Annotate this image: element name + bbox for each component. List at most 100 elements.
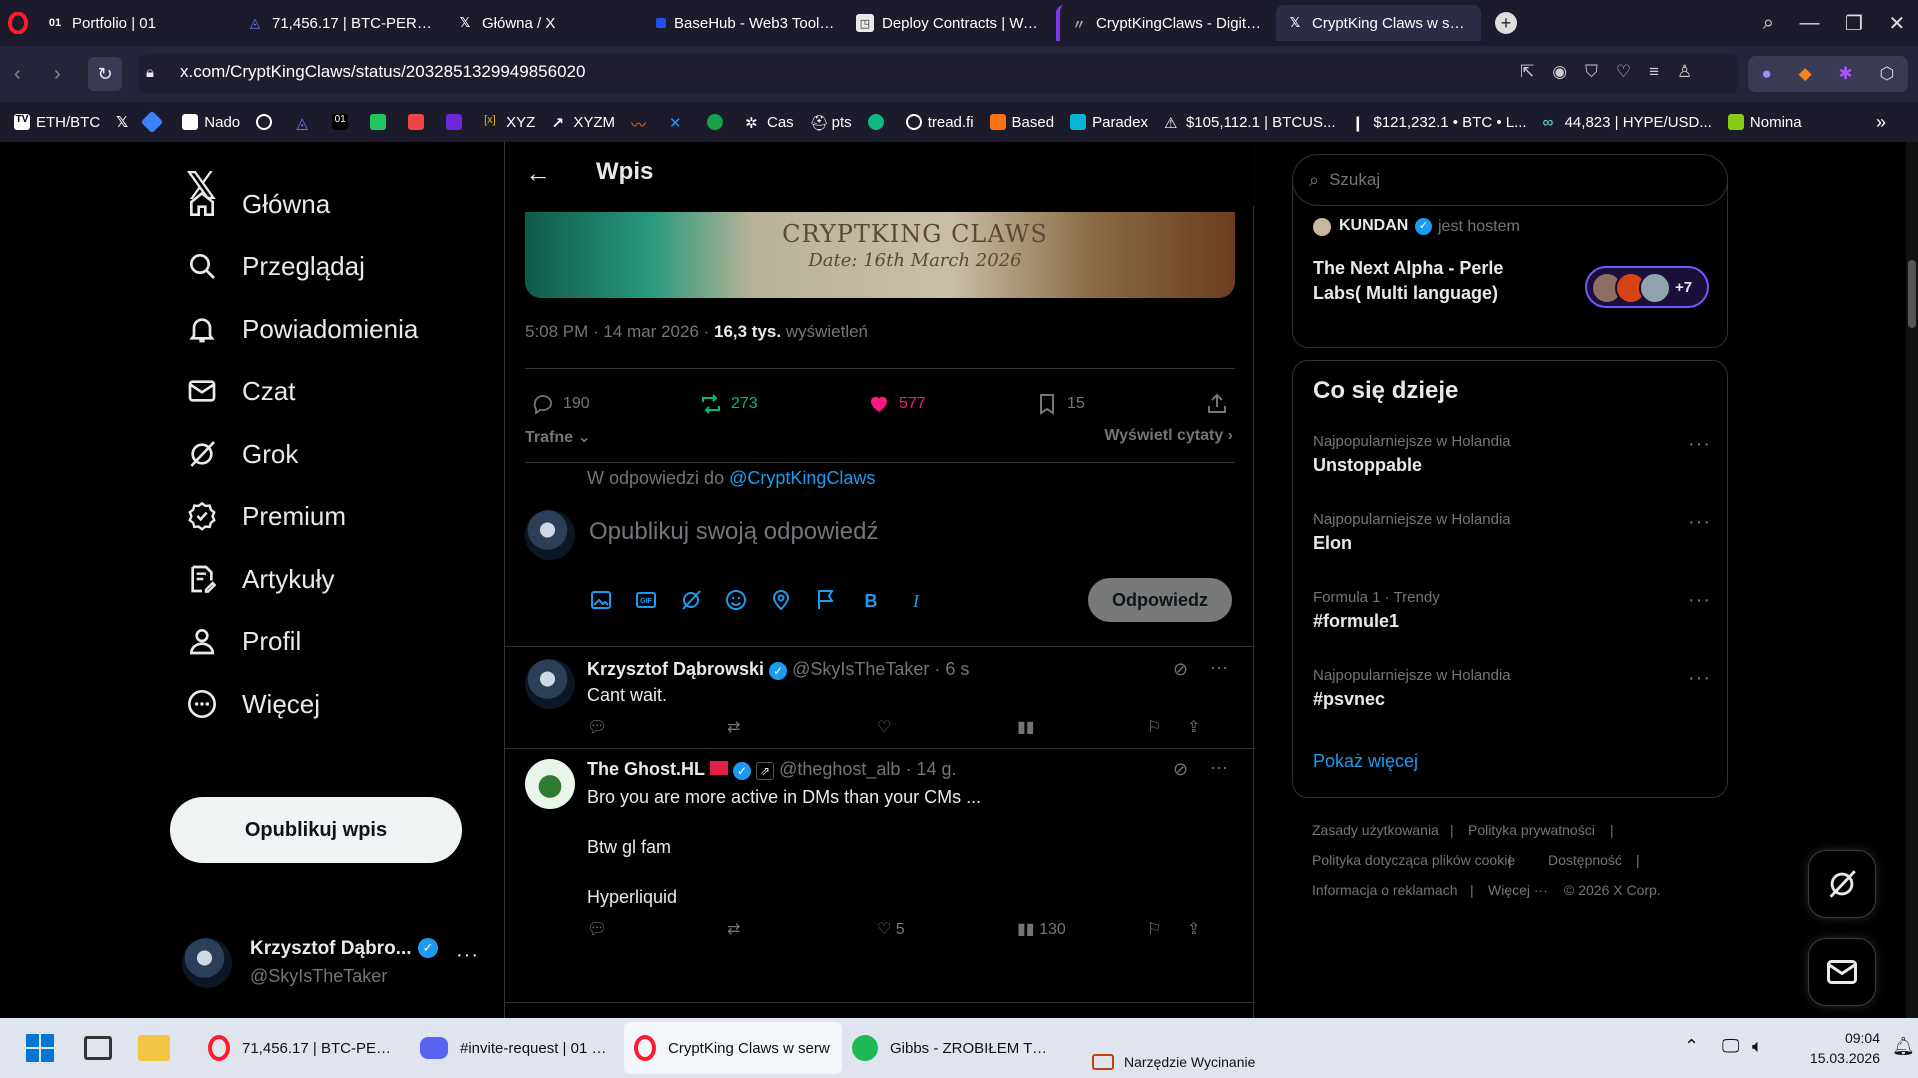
bookmark[interactable]	[370, 114, 392, 130]
footer-link[interactable]: Więcej ···	[1488, 882, 1548, 898]
sidebar-item-articles[interactable]: Artykuły	[186, 563, 334, 595]
purple-extension-icon[interactable]: ✱	[1839, 64, 1853, 84]
clock[interactable]: 09:04 15.03.2026	[1794, 1028, 1880, 1068]
reply-time[interactable]: · 14 g.	[905, 759, 956, 779]
taskbar-item[interactable]: Gibbs - ZROBIŁEM TO D	[842, 1022, 1062, 1074]
browser-tab[interactable]: 〃 CryptKingClaws - Digital A	[1056, 5, 1276, 41]
volume-icon[interactable]: 🔈︎	[1752, 1036, 1763, 1057]
ghost-extension-icon[interactable]: ●	[1761, 64, 1771, 84]
bookmark-action[interactable]: 15	[1035, 392, 1085, 416]
repost-icon[interactable]: ⇄	[727, 919, 740, 939]
reply-author-name[interactable]: Krzysztof Dąbrowski	[587, 659, 764, 679]
bookmark[interactable]: ◬	[294, 114, 316, 132]
share-action[interactable]	[1205, 392, 1237, 416]
browser-tab[interactable]: 𝕏 Główna / X	[446, 5, 646, 41]
trend-item[interactable]: Najpopularniejsze w Holandia Elon ···	[1293, 511, 1729, 571]
taskbar-item[interactable]: #invite-request | 01 Exch	[410, 1022, 624, 1074]
url-text[interactable]: x.com/CryptKingClaws/status/203285132994…	[180, 62, 585, 82]
bookmark-icon[interactable]: ⚐	[1147, 717, 1161, 737]
bookmark[interactable]: ↗ XYZM	[551, 114, 615, 133]
restore-icon[interactable]: ❐	[1845, 11, 1863, 36]
reply-author-name[interactable]: The Ghost.HL	[587, 759, 705, 779]
bookmark[interactable]	[867, 114, 890, 130]
shield-icon[interactable]: ⛉	[1585, 62, 1598, 82]
bookmark[interactable]: ⛑ pts	[810, 114, 852, 133]
taskbar-item[interactable]: 71,456.17 | BTC-PERP | Va	[198, 1022, 410, 1074]
back-icon[interactable]: ‹	[14, 63, 21, 86]
trend-more-icon[interactable]: ···	[1688, 589, 1711, 612]
grok-icon[interactable]	[679, 588, 703, 612]
trend-item[interactable]: Formula 1 · Trendy #formule1 ···	[1293, 589, 1729, 649]
footer-link[interactable]: Informacja o reklamach	[1312, 882, 1458, 898]
windows-start-icon[interactable]	[26, 1034, 54, 1062]
publish-post-button[interactable]: Opublikuj wpis	[170, 797, 462, 863]
forward-icon[interactable]: ›	[54, 63, 61, 86]
location-icon[interactable]	[769, 588, 793, 612]
network-icon[interactable]: 🖵︎	[1722, 1036, 1739, 1057]
bookmark[interactable]: Nomina	[1727, 114, 1802, 131]
grok-fab-button[interactable]	[1808, 850, 1876, 918]
more-options-icon[interactable]: ···	[1210, 657, 1228, 678]
bookmark[interactable]	[256, 114, 278, 130]
bookmark[interactable]: 𝕏	[116, 113, 128, 131]
reply-input[interactable]: Opublikuj swoją odpowiedź	[589, 518, 879, 546]
bookmark[interactable]: ✲ Cas	[745, 114, 794, 133]
bookmark[interactable]: ✕	[669, 114, 691, 132]
bold-icon[interactable]: B	[859, 588, 883, 612]
views-action[interactable]: ▮▮ 130	[1017, 919, 1066, 939]
repost-action[interactable]: 273	[699, 392, 758, 416]
sidebar-item-notifications[interactable]: Powiadomienia	[186, 313, 418, 345]
account-more-icon[interactable]: ···	[456, 944, 479, 967]
browser-tab-active[interactable]: 𝕏CryptKing Claws w serwisie	[1276, 5, 1481, 41]
bookmark[interactable]	[408, 114, 430, 130]
image-icon[interactable]	[589, 588, 613, 612]
bookmark[interactable]: TV ETH/BTC	[14, 114, 100, 131]
sidebar-item-more[interactable]: Więcej	[186, 688, 320, 720]
snipping-tool-item[interactable]: Narzędzie Wycinanie	[1092, 1054, 1255, 1070]
extensions-icon[interactable]: ⬡	[1880, 64, 1895, 84]
footer-link[interactable]: Polityka prywatności	[1468, 822, 1595, 838]
bookmark[interactable]: ∞ 44,823 | HYPE/USD...	[1543, 114, 1712, 132]
bookmark[interactable]: Paradex	[1070, 114, 1148, 131]
reply-item[interactable]: Krzysztof Dąbrowski ✓ @SkyIsTheTaker · 6…	[505, 647, 1255, 747]
sidebar-item-grok[interactable]: Grok	[186, 438, 298, 470]
footer-link[interactable]: Polityka dotycząca plików cookie	[1312, 852, 1515, 868]
back-arrow-icon[interactable]: ←	[525, 158, 551, 189]
bookmark[interactable]	[140, 110, 166, 134]
view-quotes-link[interactable]: Wyświetl cytaty ›	[1104, 427, 1233, 445]
sort-dropdown[interactable]: Trafne ⌄	[525, 427, 591, 447]
browser-tab[interactable]: 01 Portfolio | 01	[36, 5, 236, 41]
bookmarks-overflow-icon[interactable]: »	[1876, 112, 1886, 133]
trend-more-icon[interactable]: ···	[1688, 433, 1711, 456]
account-switcher[interactable]: Krzysztof Dąbro... ✓ @SkyIsTheTaker ···	[182, 932, 482, 992]
trend-item[interactable]: Najpopularniejsze w Holandia Unstoppable…	[1293, 433, 1729, 493]
share-icon[interactable]: ⇱	[1520, 62, 1534, 82]
bookmark[interactable]	[446, 114, 468, 130]
browser-tab[interactable]: BaseHub - Web3 Tools & I	[646, 5, 846, 41]
messages-fab-button[interactable]	[1808, 938, 1876, 1006]
grok-icon[interactable]: ⊘	[1173, 659, 1188, 680]
trend-item[interactable]: Najpopularniejsze w Holandia #psvnec ···	[1293, 667, 1729, 727]
footer-link[interactable]: Dostępność	[1548, 852, 1622, 868]
chevron-up-icon[interactable]: ⌃	[1684, 1036, 1699, 1057]
bookmark-icon[interactable]: ⚐	[1147, 919, 1161, 939]
camera-icon[interactable]: ◉	[1552, 62, 1567, 82]
reply-handle[interactable]: @SkyIsTheTaker	[792, 659, 929, 679]
italic-icon[interactable]: I	[904, 588, 928, 612]
notification-icon[interactable]: 🔔︎	[1892, 1036, 1915, 1057]
sidebar-item-home[interactable]: Główna	[186, 188, 330, 220]
file-explorer-icon[interactable]	[138, 1035, 170, 1061]
sidebar-item-premium[interactable]: Premium	[186, 500, 346, 532]
reply-icon[interactable]: 💬︎	[587, 919, 607, 939]
post-timestamp[interactable]: 5:08 PM · 14 mar 2026 ·	[525, 322, 714, 341]
profile-icon[interactable]: ♙	[1677, 62, 1692, 82]
bookmark[interactable]	[706, 114, 729, 130]
bookmark[interactable]: 〰	[631, 114, 653, 134]
like-action[interactable]: ♡ 5	[877, 919, 905, 939]
reply-item[interactable]: The Ghost.HL ✓ ⇗ @theghost_alb · 14 g. ⊘…	[505, 749, 1255, 959]
share-icon[interactable]: ⇪	[1187, 919, 1200, 939]
repost-icon[interactable]: ⇄	[727, 717, 740, 737]
reply-to-handle[interactable]: @CryptKingClaws	[729, 468, 875, 488]
like-action[interactable]: 577	[867, 392, 926, 416]
footer-link[interactable]: Zasady użytkowania	[1312, 822, 1439, 838]
